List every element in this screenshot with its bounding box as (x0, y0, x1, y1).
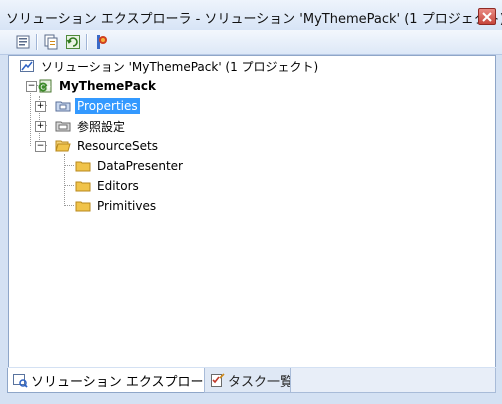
class-view-button[interactable] (92, 33, 110, 51)
tree-line (64, 165, 74, 167)
expand-references-toggle[interactable]: + (35, 121, 46, 132)
title-bar[interactable]: ソリューション エクスプローラ - ソリューション 'MyThemePack' … (0, 0, 502, 31)
toolbar-separator (86, 34, 87, 50)
properties-folder-icon (55, 98, 71, 114)
bottom-tab-bar: ソリューション エクスプローラ タスク一覧 (0, 367, 502, 404)
folder-icon (75, 158, 91, 174)
expand-properties-toggle[interactable]: + (35, 101, 46, 112)
toolbar-separator (36, 34, 37, 50)
properties-button[interactable] (14, 33, 32, 51)
tree-line (64, 185, 74, 187)
tree-node-editors[interactable]: Editors (75, 177, 141, 195)
tree-line (64, 154, 66, 206)
tree-node-primitives[interactable]: Primitives (75, 197, 158, 215)
solution-icon (19, 58, 35, 74)
tree-node-solution[interactable]: ソリューション 'MyThemePack' (1 プロジェクト) (19, 57, 320, 75)
folder-icon (75, 198, 91, 214)
collapse-resourcesets-toggle[interactable]: − (35, 141, 46, 152)
collapse-project-toggle[interactable]: − (26, 81, 37, 92)
tab-task-list[interactable]: タスク一覧 (204, 368, 299, 393)
folder-icon (75, 178, 91, 194)
csharp-project-icon: C# (37, 78, 53, 94)
class-view-icon (97, 35, 107, 49)
tab-label: タスク一覧 (228, 374, 294, 390)
window-title: ソリューション エクスプローラ - ソリューション 'MyThemePack' … (6, 12, 502, 27)
folder-label: DataPresenter (97, 159, 183, 173)
solution-tree: − + + − ソリューション 'MyThemePack' (1 プロジェクト)… (8, 55, 496, 369)
tab-strip-filler (290, 368, 496, 393)
tree-line (30, 84, 32, 146)
toolbar (0, 30, 502, 55)
tree-node-project[interactable]: C# MyThemePack (37, 77, 158, 95)
project-label: MyThemePack (59, 79, 156, 93)
show-all-files-button[interactable] (42, 33, 60, 51)
references-icon (55, 118, 71, 134)
tree-line (64, 205, 74, 207)
tree-node-properties[interactable]: Properties (55, 97, 140, 115)
tree-node-references[interactable]: 参照設定 (55, 117, 127, 135)
folder-label: Editors (97, 179, 139, 193)
solution-explorer-icon (12, 372, 28, 388)
tab-label: ソリューション エクスプローラ (31, 374, 217, 390)
properties-label: Properties (75, 98, 140, 114)
solution-label: ソリューション 'MyThemePack' (1 プロジェクト) (41, 59, 319, 74)
close-icon (482, 11, 492, 22)
refresh-icon (66, 35, 80, 49)
close-button[interactable] (478, 8, 496, 25)
solution-explorer-window: ソリューション エクスプローラ - ソリューション 'MyThemePack' … (0, 0, 502, 404)
tab-solution-explorer[interactable]: ソリューション エクスプローラ (7, 368, 222, 393)
refresh-button[interactable] (64, 33, 82, 51)
open-folder-icon (55, 138, 71, 154)
tree-node-resourcesets[interactable]: ResourceSets (55, 137, 160, 155)
show-all-files-icon (44, 34, 58, 50)
folder-label: Primitives (97, 199, 157, 213)
references-label: 参照設定 (77, 119, 126, 134)
task-list-icon (209, 372, 225, 388)
tree-node-datapresenter[interactable]: DataPresenter (75, 157, 185, 175)
resourcesets-label: ResourceSets (77, 139, 158, 153)
svg-text:C#: C# (40, 84, 51, 92)
properties-icon (16, 35, 30, 49)
